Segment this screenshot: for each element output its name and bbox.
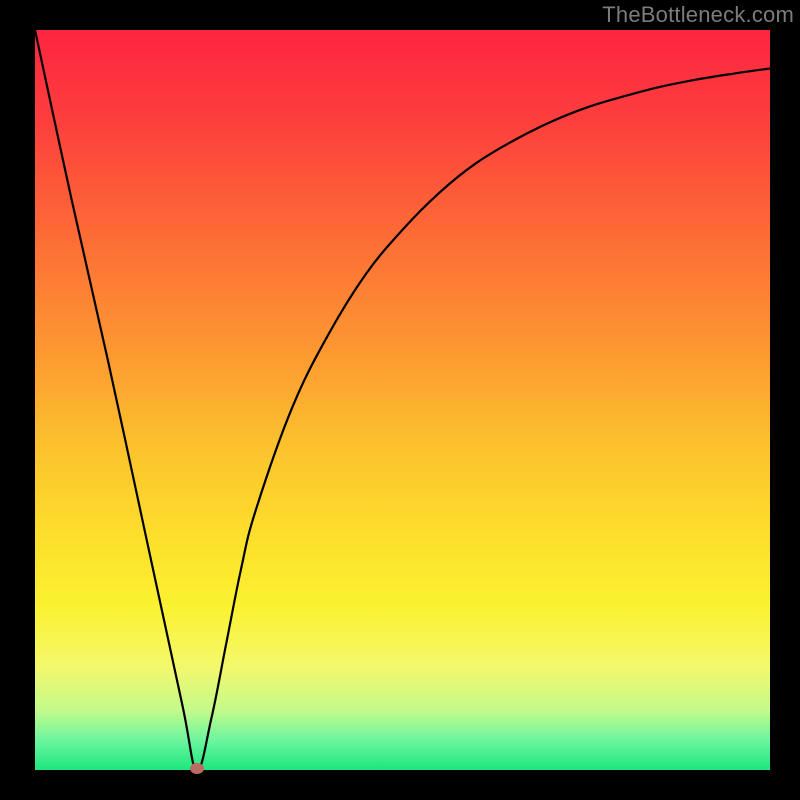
site-attribution: TheBottleneck.com: [602, 2, 794, 28]
plot-gradient-background: [35, 30, 770, 770]
chart-frame: TheBottleneck.com: [0, 0, 800, 800]
